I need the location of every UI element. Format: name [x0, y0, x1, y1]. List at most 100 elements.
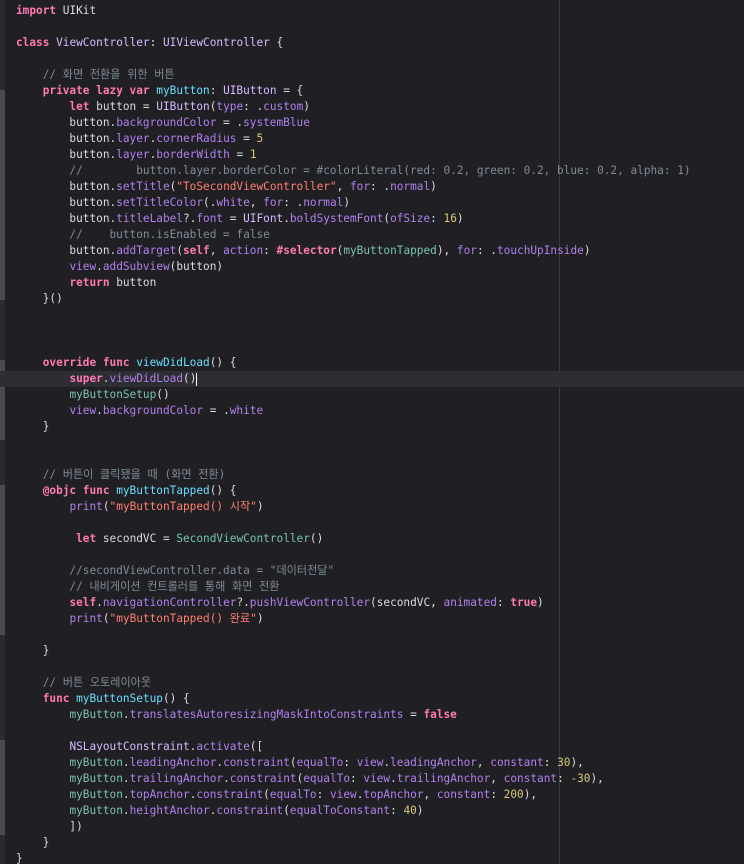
code-token: false	[423, 708, 457, 721]
code-line[interactable]: }	[16, 643, 744, 659]
code-token: backgroundColor	[102, 404, 204, 417]
code-line[interactable]: private lazy var myButton: UIButton = {	[16, 83, 744, 99]
code-token: view	[363, 772, 391, 785]
code-line[interactable]: let button = UIButton(type: .custom)	[16, 99, 744, 115]
code-line[interactable]: button.backgroundColor = .systemBlue	[16, 115, 744, 131]
code-line[interactable]: button.layer.borderWidth = 1	[16, 147, 744, 163]
code-token: leadingAnchor	[129, 756, 217, 769]
code-line[interactable]	[16, 19, 744, 35]
code-line[interactable]: }	[16, 835, 744, 851]
code-line[interactable]: print("myButtonTapped() 완료")	[16, 611, 744, 627]
code-token: )	[343, 196, 350, 209]
code-line[interactable]	[16, 627, 744, 643]
code-line[interactable]	[16, 723, 744, 739]
code-line[interactable]: }()	[16, 291, 744, 307]
code-line[interactable]: let secondVC = SecondViewController()	[16, 531, 744, 547]
code-token: import	[16, 4, 57, 17]
code-line[interactable]: myButton.topAnchor.constraint(equalTo: v…	[16, 787, 744, 803]
code-line[interactable]	[16, 515, 744, 531]
code-line[interactable]: myButton.leadingAnchor.constraint(equalT…	[16, 755, 744, 771]
code-token: // 버튼 오토레이아웃	[16, 676, 152, 689]
code-token: (	[176, 244, 183, 257]
code-token: equalTo	[296, 756, 344, 769]
code-line[interactable]	[16, 339, 744, 355]
code-line[interactable]: myButton.trailingAnchor.constraint(equal…	[16, 771, 744, 787]
code-line[interactable]: // button.isEnabled = false	[16, 227, 744, 243]
code-editor[interactable]: import UIKit class ViewController: UIVie…	[0, 0, 744, 864]
code-line[interactable]: myButtonSetup()	[16, 387, 744, 403]
code-line[interactable]: super.viewDidLoad()	[16, 371, 744, 387]
code-line[interactable]: return button	[16, 275, 744, 291]
code-token: myButtonTapped	[116, 484, 210, 497]
code-token: equalToConstant	[289, 804, 391, 817]
code-token: (button)	[169, 260, 224, 273]
code-line[interactable]	[16, 659, 744, 675]
code-token: // button.isEnabled = false	[16, 228, 270, 241]
code-token: ()	[309, 532, 324, 545]
code-line[interactable]: // 버튼이 클릭됐을 때 (화면 전환)	[16, 467, 744, 483]
code-token: UIKit	[56, 4, 97, 17]
code-token: :	[209, 84, 224, 97]
code-line[interactable]	[16, 51, 744, 67]
code-line[interactable]	[16, 435, 744, 451]
code-line[interactable]	[16, 307, 744, 323]
code-token: (.	[203, 196, 217, 209]
code-token: ),	[590, 772, 604, 785]
code-token: = {	[276, 84, 304, 97]
code-line[interactable]: // 내비게이션 컨트롤러를 통해 화면 전환	[16, 579, 744, 595]
code-line[interactable]: ])	[16, 819, 744, 835]
code-line[interactable]: button.setTitleColor(.white, for: .norma…	[16, 195, 744, 211]
code-line[interactable]: print("myButtonTapped() 시작")	[16, 499, 744, 515]
code-line[interactable]: button.addTarget(self, action: #selector…	[16, 243, 744, 259]
code-line[interactable]: //secondViewController.data = "데이터전달"	[16, 563, 744, 579]
code-line[interactable]: button.layer.cornerRadius = 5	[16, 131, 744, 147]
code-token: SecondViewController	[176, 532, 310, 545]
code-token: button.	[16, 244, 117, 257]
code-line[interactable]: // 버튼 오토레이아웃	[16, 675, 744, 691]
code-token: NSLayoutConstraint	[69, 740, 190, 753]
code-line[interactable]: self.navigationController?.pushViewContr…	[16, 595, 744, 611]
code-line[interactable]: }	[16, 851, 744, 864]
code-token: viewDidLoad	[109, 372, 184, 385]
code-line[interactable]	[16, 451, 744, 467]
code-token: #selector	[276, 244, 337, 257]
code-token: action	[223, 244, 264, 257]
code-token: self	[183, 244, 210, 257]
code-line[interactable]: // 화면 전환을 위한 버튼	[16, 67, 744, 83]
code-token: () {	[162, 692, 190, 705]
code-line[interactable]: view.backgroundColor = .white	[16, 403, 744, 419]
code-line[interactable]: // button.layer.borderColor = #colorLite…	[16, 163, 744, 179]
code-line[interactable]: myButton.translatesAutoresizingMaskIntoC…	[16, 707, 744, 723]
code-line[interactable]: }	[16, 419, 744, 435]
code-token: = .	[203, 404, 230, 417]
code-line[interactable]: class ViewController: UIViewController {	[16, 35, 744, 51]
code-line[interactable]: button.titleLabel?.font = UIFont.boldSys…	[16, 211, 744, 227]
code-token: print	[69, 612, 103, 625]
change-gutter	[0, 0, 5, 864]
code-line[interactable]	[16, 323, 744, 339]
code-line[interactable]: func myButtonSetup() {	[16, 691, 744, 707]
code-line[interactable]: view.addSubview(button)	[16, 259, 744, 275]
code-token: :	[263, 244, 277, 257]
code-content[interactable]: import UIKit class ViewController: UIVie…	[16, 3, 744, 864]
code-token: ?.	[182, 212, 197, 225]
code-token: .	[96, 404, 103, 417]
code-token: font	[196, 212, 224, 225]
code-line[interactable]	[16, 547, 744, 563]
code-token: )	[537, 596, 544, 609]
code-token: = .	[216, 116, 244, 129]
code-line[interactable]: NSLayoutConstraint.activate([	[16, 739, 744, 755]
code-token: secondVC =	[96, 532, 177, 545]
code-line[interactable]: myButton.heightAnchor.constraint(equalTo…	[16, 803, 744, 819]
code-token: let	[69, 100, 90, 113]
code-line[interactable]: button.setTitle("ToSecondViewController"…	[16, 179, 744, 195]
code-line[interactable]: override func viewDidLoad() {	[16, 355, 744, 371]
code-line[interactable]: @objc func myButtonTapped() {	[16, 483, 744, 499]
code-line[interactable]: import UIKit	[16, 3, 744, 19]
code-token: myButton	[69, 804, 123, 817]
code-token: "ToSecondViewController"	[176, 180, 337, 193]
code-token: .	[96, 260, 103, 273]
